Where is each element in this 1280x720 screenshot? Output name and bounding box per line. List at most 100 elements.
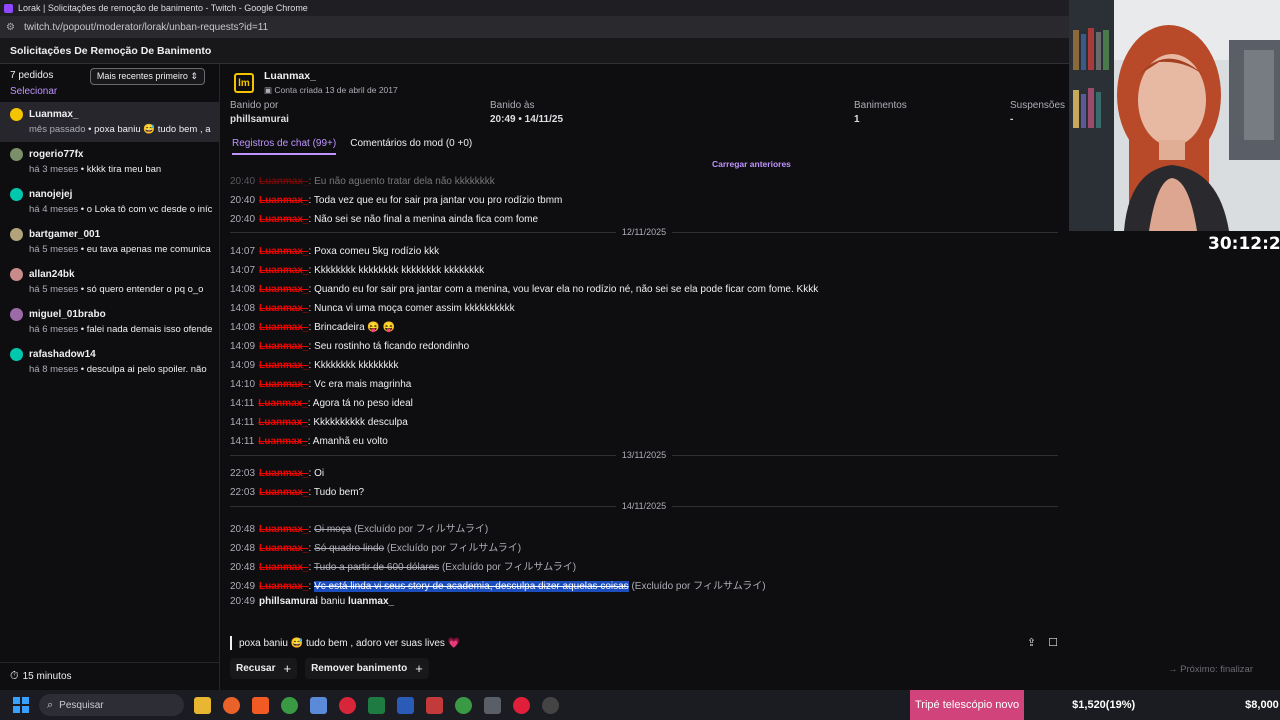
calculator-icon[interactable] [484,696,501,714]
request-item[interactable]: miguel_01brabo há 6 meses • falei nada de… [0,302,219,342]
load-previous-button[interactable]: Carregar anteriores [712,159,791,169]
ban-moderator[interactable]: phillsamurai [259,596,318,607]
arrow-right-icon: → [1168,664,1178,675]
date-separator: 14/11/2025 [230,500,1058,512]
message-user[interactable]: Luanmax_ [259,303,308,314]
message-time: 14:08 [230,284,256,295]
webcam-overlay [1069,0,1280,231]
calendar-app-icon[interactable] [426,696,443,714]
file-explorer-icon[interactable] [194,696,211,714]
request-item[interactable]: rafashadow14 há 8 meses • desculpa ai pel… [0,342,219,382]
message-user[interactable]: Luanmax_ [259,322,308,333]
request-preview: desculpa ai pelo spoiler. não [86,364,207,375]
request-detail: lm Luanmax_ ▣ Conta criada 13 de abril d… [220,64,1068,690]
windows-start-icon[interactable] [13,697,29,713]
message-text: Toda vez que eu for sair pra jantar vou … [313,195,563,206]
obs-icon[interactable] [542,696,559,714]
request-preview: kkkk tira meu ban [86,164,162,175]
request-preview: o Loka tô com vc desde o iníc [86,204,213,215]
avatar [10,187,23,201]
message-text: Amanhã eu volto [312,436,388,447]
stat-value: 20:49 • 14/11/25 [490,114,564,125]
stat-bans: Banimentos 1 [854,100,907,125]
request-user: nanojejej [29,188,73,200]
next-finalize-button[interactable]: → Próximo: finalizar [1168,664,1280,675]
share-icon[interactable]: ⇪ [1027,636,1036,649]
message-user[interactable]: Luanmax_ [259,265,308,276]
message-time: 14:11 [230,398,255,409]
request-item[interactable]: Luanmax_ mês passado • poxa baniu 😅 tudo … [0,102,219,142]
ban-target[interactable]: luanmax_ [348,596,394,607]
chrome-active-icon[interactable] [455,696,472,714]
request-item[interactable]: nanojejej há 4 meses • o Loka tô com vc d… [0,182,219,222]
chat-message: 20:40 Luanmax_: Não sei se não final a me… [230,214,539,225]
detail-tabs: Registros de chat (99+) Comentários do m… [232,138,486,155]
request-age: mês passado [29,124,86,135]
message-user[interactable]: Luanmax_ [259,562,308,573]
message-text: Tudo bem? [313,487,365,498]
message-user[interactable]: Luanmax_ [259,195,308,206]
ban-event: 20:49 phillsamurai baniu luanmax_ [230,596,394,607]
tab-chat-logs[interactable]: Registros de chat (99+) [232,138,337,155]
excel-icon[interactable] [368,696,385,714]
media-player-icon[interactable] [513,696,530,714]
tab-mod-comments[interactable]: Comentários do mod (0 +0) [350,138,472,155]
user-name[interactable]: Luanmax_ [264,70,398,82]
message-user[interactable]: Luanmax_ [259,284,308,295]
request-user: allan24bk [29,268,75,280]
app-icon[interactable] [310,696,327,714]
taskbar-search[interactable]: ⌕ Pesquisar [39,694,184,716]
brave-icon[interactable] [252,696,269,714]
request-age: há 4 meses [29,204,79,215]
message-text: Oi [314,468,325,479]
chat-log[interactable]: 20:40 Luanmax_: Eu não aguento tratar del… [220,172,1068,622]
deny-button[interactable]: Recusar + [230,658,298,679]
chrome-icon[interactable] [281,696,298,714]
message-text: Brincadeira 😝 😝 [314,322,396,333]
request-item[interactable]: allan24bk há 5 meses • só quero entender … [0,262,219,302]
unban-button[interactable]: Remover banimento + [305,658,429,679]
message-user[interactable]: Luanmax_ [258,417,307,428]
taskbar: ⌕ Pesquisar Tripé telescópio novo $1,520… [0,690,1280,720]
word-icon[interactable] [397,696,414,714]
message-user[interactable]: Luanmax_ [259,246,308,257]
message-user[interactable]: Luanmax_ [259,341,308,352]
message-time: 22:03 [230,487,256,498]
goal-target: $8,000 [1245,699,1279,711]
message-text: Seu rostinho tá ficando redondinho [314,341,470,352]
deleted-note: (Excluído por フィルサムライ) [386,543,522,554]
calendar-icon: ▣ [264,85,273,95]
chat-message: 14:07 Luanmax_: Poxa comeu 5kg rodízio kk… [230,246,440,257]
message-text: Vc era mais magrinha [314,379,412,390]
message-text: Kkkkkkkk kkkkkkkk kkkkkkkk kkkkkkkk [314,265,485,276]
message-time: 20:40 [230,176,256,187]
url-text[interactable]: twitch.tv/popout/moderator/lorak/unban-r… [24,22,268,33]
chevron-updown-icon: ⇕ [190,71,198,81]
message-user[interactable]: Luanmax_ [259,487,308,498]
select-link[interactable]: Selecionar [10,86,209,97]
message-user[interactable]: Luanmax_ [259,581,308,592]
date-separator: 12/11/2025 [230,226,1058,238]
message-user[interactable]: Luanmax_ [259,379,308,390]
chat-bubble-icon[interactable]: ☐ [1048,636,1058,649]
message-user[interactable]: Luanmax_ [258,398,307,409]
message-user[interactable]: Luanmax_ [258,436,307,447]
ban-stats: Banido por phillsamurai Banido às 20:49 … [220,100,1068,130]
opera-icon[interactable] [339,696,356,714]
message-user[interactable]: Luanmax_ [259,468,308,479]
message-user[interactable]: Luanmax_ [259,524,308,535]
site-settings-icon[interactable]: ⚙ [6,22,18,33]
request-item[interactable]: bartgamer_001 há 5 meses • eu tava apenas… [0,222,219,262]
request-user: bartgamer_001 [29,228,101,240]
message-user[interactable]: Luanmax_ [259,176,308,187]
request-item[interactable]: rogerio77fx há 3 meses • kkkk tira meu ba… [0,142,219,182]
message-user[interactable]: Luanmax_ [259,214,308,225]
chat-message: 20:40 Luanmax_: Eu não aguento tratar del… [230,176,495,187]
message-user[interactable]: Luanmax_ [259,360,308,371]
message-user[interactable]: Luanmax_ [259,543,308,554]
chat-message: 14:11 Luanmax_: Kkkkkkkkkk desculpa [230,417,408,428]
sort-dropdown[interactable]: Mais recentes primeiro ⇕ [89,68,205,85]
message-text: Eu não aguento tratar dela não kkkkkkkk [314,176,495,187]
firefox-icon[interactable] [223,696,240,714]
date-label: 14/11/2025 [621,501,667,511]
